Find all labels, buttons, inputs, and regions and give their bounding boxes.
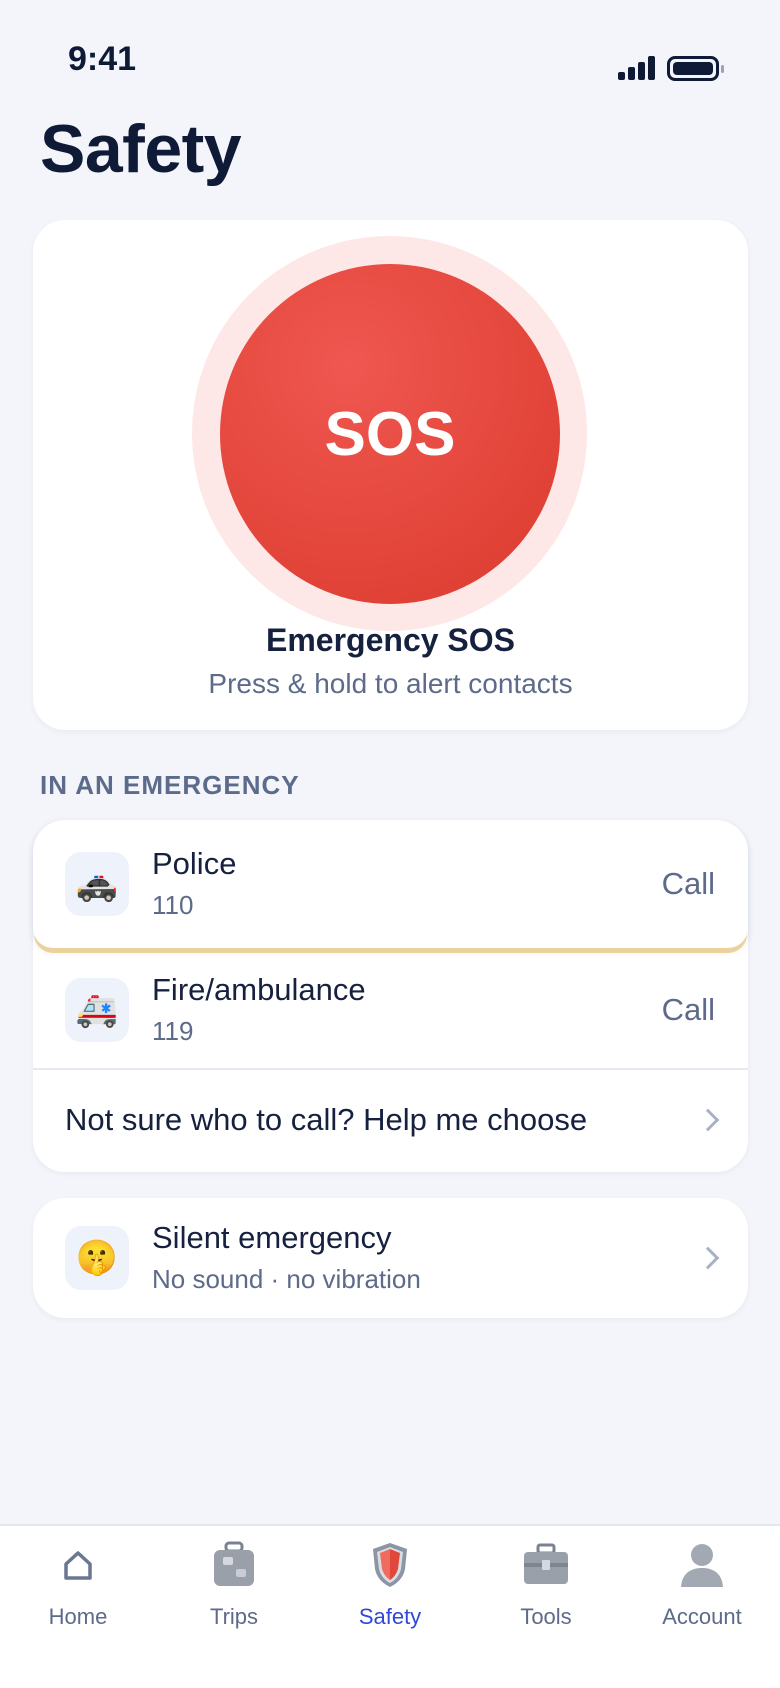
tab-trips[interactable]: Trips <box>156 1526 312 1688</box>
tab-label: Trips <box>209 1604 259 1629</box>
contact-row-fire-ambulance[interactable]: 🚑 Fire/ambulance 119 Call <box>33 950 748 1070</box>
cellular-signal-icon <box>618 56 655 80</box>
silent-emergency-card[interactable]: 🤫 Silent emergency No sound · no vibrati… <box>33 1198 748 1318</box>
ambulance-icon: 🚑 <box>65 978 129 1042</box>
contact-number: 119 <box>152 1016 194 1046</box>
tab-bar: Home Trips Safety Tools Account <box>0 1524 780 1688</box>
tab-tools[interactable]: Tools <box>468 1526 624 1688</box>
contact-row-police[interactable]: 🚓 Police 110 Call <box>33 820 748 948</box>
sos-card: SOS Emergency SOS Press & hold to alert … <box>33 220 748 730</box>
home-icon <box>52 1540 104 1590</box>
chevron-right-icon <box>696 1108 720 1132</box>
shield-icon <box>364 1540 416 1590</box>
tab-home[interactable]: Home <box>0 1526 156 1688</box>
help-me-choose-label: Not sure who to call? Help me choose <box>65 1102 588 1137</box>
status-time: 9:41 <box>68 40 137 78</box>
sos-subtitle: Press & hold to alert contacts <box>208 668 573 699</box>
sos-title: Emergency SOS <box>266 622 515 658</box>
page-title: Safety <box>40 111 242 187</box>
toolbox-icon <box>520 1540 572 1590</box>
help-me-choose-row[interactable]: Not sure who to call? Help me choose <box>33 1070 748 1172</box>
call-button-fire-ambulance[interactable]: Call <box>662 992 715 1028</box>
luggage-icon <box>208 1540 260 1590</box>
person-icon <box>676 1540 728 1590</box>
sos-button[interactable]: SOS <box>220 264 560 604</box>
silent-emergency-subtitle: No sound · no vibration <box>152 1264 421 1294</box>
tab-account[interactable]: Account <box>624 1526 780 1688</box>
contact-number: 110 <box>152 890 194 920</box>
police-car-icon: 🚓 <box>65 852 129 916</box>
tab-safety[interactable]: Safety <box>312 1526 468 1688</box>
chevron-right-icon <box>696 1246 720 1270</box>
emergency-contacts-list: 🚓 Police 110 Call 🚑 Fire/ambulance 119 C… <box>33 820 748 1172</box>
section-label-emergency: IN AN EMERGENCY <box>40 770 300 800</box>
battery-icon <box>667 56 724 81</box>
call-button-police[interactable]: Call <box>662 866 715 902</box>
status-bar: 9:41 <box>0 0 780 110</box>
tab-label: Account <box>662 1604 742 1629</box>
silent-emergency-title: Silent emergency <box>152 1220 392 1255</box>
shushing-face-icon: 🤫 <box>65 1226 129 1290</box>
contact-name: Police <box>152 846 237 881</box>
contact-name: Fire/ambulance <box>152 972 366 1007</box>
tab-label: Safety <box>358 1604 422 1629</box>
tab-label: Tools <box>520 1604 572 1629</box>
tab-label: Home <box>48 1604 108 1629</box>
